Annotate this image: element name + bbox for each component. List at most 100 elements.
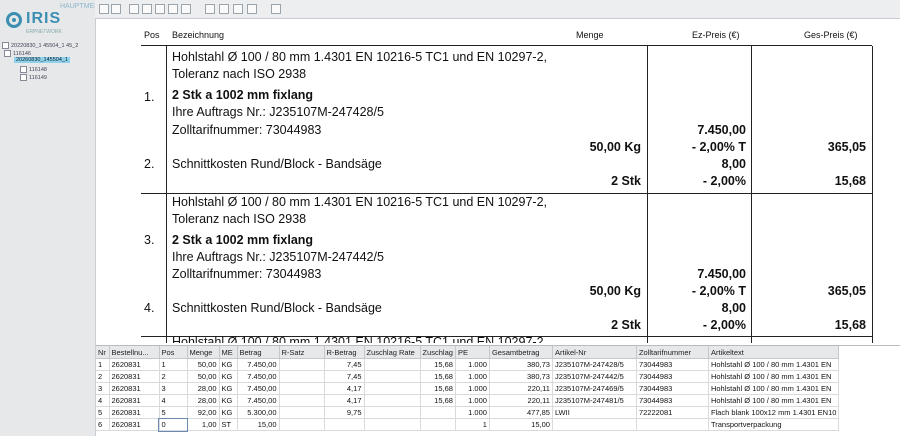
table-cell[interactable]: 4 (96, 394, 110, 407)
table-cell[interactable]: Hohlstahl Ø 100 / 80 mm 1.4301 EN (708, 370, 840, 383)
table-cell[interactable]: KG (219, 406, 238, 419)
tree-item-116148[interactable]: 116148 (20, 66, 47, 73)
table-cell[interactable]: 5.300,00 (237, 406, 280, 419)
page-prev-icon[interactable] (168, 4, 178, 14)
table-cell[interactable]: Transportverpackung (708, 418, 840, 431)
table-cell[interactable]: 2620831 (109, 358, 160, 371)
table-cell[interactable] (636, 418, 709, 431)
table-cell[interactable]: 72222081 (636, 406, 709, 419)
table-cell[interactable] (364, 382, 421, 395)
table-cell[interactable]: 15,00 (489, 418, 553, 431)
table-row[interactable]: 5 2620831 5 92,00 KG 5.300,00 9,75 1.000 477,85 L… (96, 406, 840, 419)
column-header[interactable]: Betrag (237, 346, 280, 359)
table-cell[interactable] (364, 406, 421, 419)
table-cell[interactable]: 2620831 (109, 370, 160, 383)
table-cell[interactable]: 220,11 (489, 394, 553, 407)
table-cell[interactable]: 4 (159, 394, 188, 407)
table-cell[interactable] (324, 418, 365, 431)
tree-item-116146[interactable]: 116146 (4, 50, 31, 57)
table-cell[interactable] (279, 370, 325, 383)
table-cell[interactable]: 15,68 (420, 394, 456, 407)
table-row[interactable]: 4 2620831 4 28,00 KG 7.450,00 4,17 15,68 1.000 22… (96, 394, 840, 407)
table-cell[interactable]: 2620831 (109, 382, 160, 395)
table-cell[interactable] (364, 370, 421, 383)
text-icon[interactable] (247, 4, 257, 14)
table-cell[interactable] (279, 394, 325, 407)
table-cell[interactable]: 7.450,00 (237, 394, 280, 407)
table-cell[interactable]: 477,85 (489, 406, 553, 419)
table-cell[interactable]: 7.450,00 (237, 358, 280, 371)
table-cell[interactable]: 2620831 (109, 394, 160, 407)
table-cell[interactable]: J235107M-247481/5 (552, 394, 637, 407)
table-cell[interactable]: 2 (159, 370, 188, 383)
table-cell[interactable]: J235107M-247442/5 (552, 370, 637, 383)
column-header[interactable]: Artikeltext (708, 346, 840, 359)
table-cell[interactable]: 28,00 (187, 394, 220, 407)
page-next-icon[interactable] (181, 4, 191, 14)
column-header[interactable]: R-Satz (279, 346, 325, 359)
page-first-icon[interactable] (155, 4, 165, 14)
table-cell[interactable]: 220,11 (489, 382, 553, 395)
settings-icon[interactable] (271, 4, 281, 14)
table-cell[interactable] (364, 394, 421, 407)
column-header[interactable]: R-Betrag (324, 346, 365, 359)
tree-item-116149[interactable]: 116149 (20, 74, 47, 81)
table-cell[interactable]: 0 (158, 417, 188, 432)
table-cell[interactable]: 7,45 (324, 370, 365, 383)
column-header[interactable]: Artikel-Nr (552, 346, 637, 359)
export-icon[interactable] (205, 4, 215, 14)
table-cell[interactable]: 1.000 (455, 358, 490, 371)
table-cell[interactable]: ST (219, 418, 238, 431)
table-cell[interactable]: KG (219, 370, 238, 383)
table-cell[interactable]: 1 (455, 418, 490, 431)
table-cell[interactable]: 1.000 (455, 406, 490, 419)
table-cell[interactable]: KG (219, 358, 238, 371)
column-header[interactable]: Zuschlag Rate (364, 346, 421, 359)
table-cell[interactable]: 15,68 (420, 382, 456, 395)
table-cell[interactable]: 6 (96, 418, 110, 431)
table-cell[interactable] (279, 418, 325, 431)
table-cell[interactable]: 9,75 (324, 406, 365, 419)
table-cell[interactable]: J235107M-247469/5 (552, 382, 637, 395)
column-header[interactable]: PE (455, 346, 490, 359)
zoom-out-icon[interactable] (111, 4, 121, 14)
table-cell[interactable]: 15,00 (237, 418, 280, 431)
table-cell[interactable]: 4,17 (324, 394, 365, 407)
table-cell[interactable]: J235107M-247428/5 (552, 358, 637, 371)
column-header[interactable]: Menge (187, 346, 220, 359)
table-cell[interactable]: 7.450,00 (237, 370, 280, 383)
page-grid-icon[interactable] (142, 4, 152, 14)
table-cell[interactable]: 50,00 (187, 358, 220, 371)
table-cell[interactable]: 3 (96, 382, 110, 395)
tree-item-selected[interactable]: 20260830_145504_1 (14, 57, 71, 63)
column-header[interactable]: Zolltarifnummer (636, 346, 709, 359)
table-cell[interactable]: 92,00 (187, 406, 220, 419)
tree-item-root[interactable]: 20220830_1 45504_1 45_2 (2, 42, 78, 49)
table-cell[interactable]: 73044983 (636, 382, 709, 395)
table-cell[interactable] (552, 418, 637, 431)
table-cell[interactable]: 7,45 (324, 358, 365, 371)
table-cell[interactable]: 2 (96, 370, 110, 383)
table-cell[interactable]: 73044983 (636, 394, 709, 407)
table-cell[interactable]: KG (219, 382, 238, 395)
table-cell[interactable]: 380,73 (489, 370, 553, 383)
table-cell[interactable]: 1 (96, 358, 110, 371)
table-cell[interactable]: 15,68 (420, 358, 456, 371)
table-cell[interactable]: 73044983 (636, 370, 709, 383)
table-cell[interactable]: Hohlstahl Ø 100 / 80 mm 1.4301 EN (708, 358, 840, 371)
table-cell[interactable]: 73044983 (636, 358, 709, 371)
table-cell[interactable] (420, 418, 456, 431)
column-header[interactable]: Gesamtbetrag (489, 346, 553, 359)
table-cell[interactable]: 1.000 (455, 370, 490, 383)
table-cell[interactable] (279, 382, 325, 395)
column-header[interactable]: Pos (159, 346, 188, 359)
mail-icon[interactable] (233, 4, 243, 14)
table-cell[interactable]: 15,68 (420, 370, 456, 383)
column-header[interactable]: Bestellnu... (109, 346, 160, 359)
table-row[interactable]: 3 2620831 3 28,00 KG 7.450,00 4,17 15,68 1.000 22… (96, 382, 840, 395)
table-row[interactable]: 6 2620831 0 1,00 ST 15,00 1 15,00 Transportverpa… (96, 417, 840, 432)
table-cell[interactable] (279, 406, 325, 419)
table-cell[interactable]: 1.000 (455, 382, 490, 395)
column-header[interactable]: Nr (96, 346, 110, 359)
table-cell[interactable]: 1.000 (455, 394, 490, 407)
